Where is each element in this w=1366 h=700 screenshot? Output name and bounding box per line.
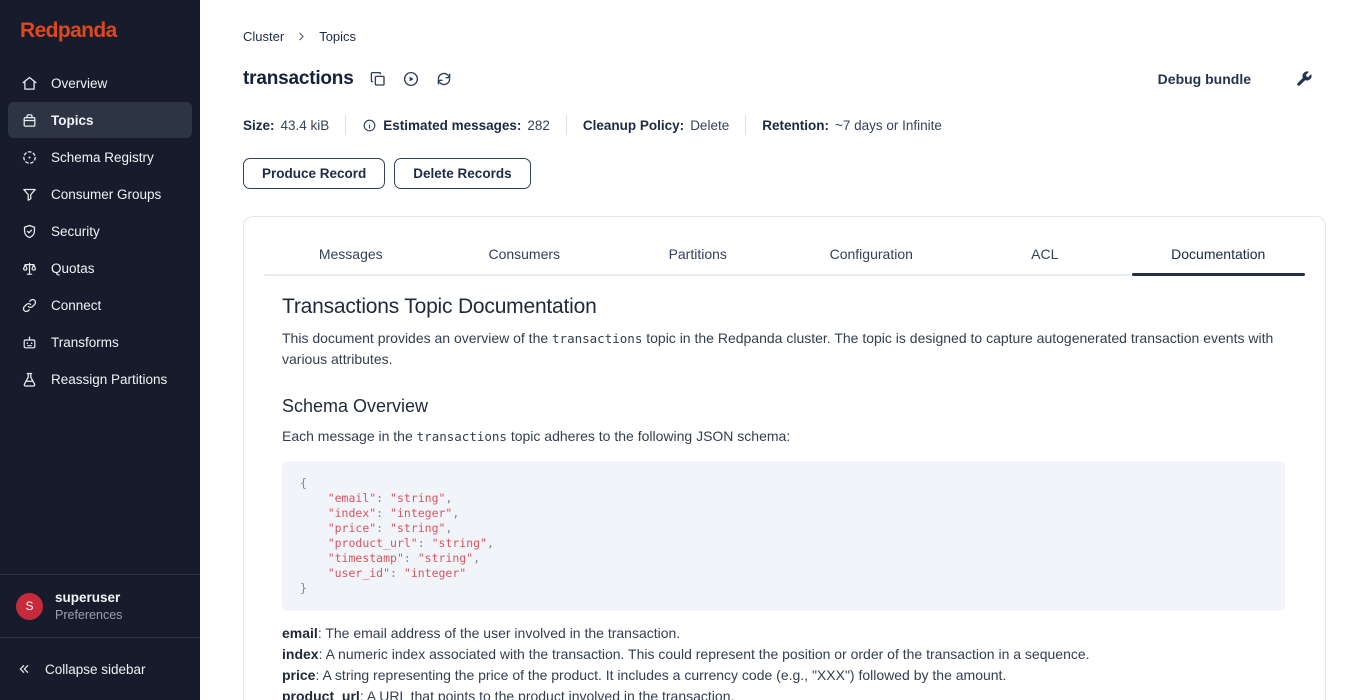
field-description-email: email: The email address of the user inv…	[282, 623, 1285, 644]
redpanda-logo[interactable]: Redpanda	[0, 0, 200, 56]
tab-consumers[interactable]: Consumers	[438, 240, 612, 274]
inline-code: transactions	[552, 331, 642, 346]
stat-size: Size: 43.4 kiB	[243, 118, 329, 133]
copy-icon[interactable]	[369, 70, 387, 88]
schema-intro-line: Each message in the transactions topic a…	[282, 426, 1285, 447]
stat-value: 282	[527, 118, 550, 133]
tab-messages[interactable]: Messages	[264, 240, 438, 274]
topic-actions: Produce Record Delete Records	[243, 158, 1326, 189]
collapse-sidebar-button[interactable]: Collapse sidebar	[0, 638, 200, 700]
sidebar-item-quotas[interactable]: Quotas	[8, 250, 192, 286]
sidebar-item-label: Connect	[51, 298, 101, 313]
robot-icon	[21, 334, 38, 351]
produce-record-button[interactable]: Produce Record	[243, 158, 385, 189]
stats-divider	[745, 115, 746, 135]
chevrons-left-icon	[16, 661, 32, 677]
topic-stats-row: Size: 43.4 kiB Estimated messages: 282 Clean…	[243, 115, 1326, 135]
sidebar-item-reassign-partitions[interactable]: Reassign Partitions	[8, 361, 192, 397]
topics-box-icon	[21, 112, 38, 129]
stats-divider	[345, 115, 346, 135]
stat-value: 43.4 kiB	[281, 118, 330, 133]
documentation-panel: Transactions Topic Documentation This do…	[264, 276, 1305, 700]
doc-title: Transactions Topic Documentation	[282, 295, 1285, 319]
sidebar-item-label: Topics	[51, 113, 94, 128]
stat-estimated-messages: Estimated messages: 282	[362, 118, 550, 133]
sidebar-item-transforms[interactable]: Transforms	[8, 324, 192, 360]
main-content: Cluster Topics transactions Debug bundle…	[200, 0, 1366, 700]
stats-divider	[566, 115, 567, 135]
stat-label: Estimated messages:	[383, 118, 521, 133]
schema-overview-heading: Schema Overview	[282, 396, 1285, 417]
sidebar-item-label: Security	[51, 224, 100, 239]
tab-acl[interactable]: ACL	[958, 240, 1132, 274]
inline-code: transactions	[417, 429, 507, 444]
flask-icon	[21, 371, 38, 388]
sidebar-item-topics[interactable]: Topics	[8, 102, 192, 138]
field-description-product_url: product_url: A URL that points to the pr…	[282, 686, 1285, 700]
sidebar-item-label: Consumer Groups	[51, 187, 161, 202]
schema-registry-icon	[21, 149, 38, 166]
topic-card: MessagesConsumersPartitionsConfiguration…	[243, 216, 1326, 700]
sidebar-nav: Overview Topics Schema Registry Consumer Gr…	[0, 56, 200, 574]
stat-retention: Retention: ~7 days or Infinite	[762, 118, 942, 133]
info-circle-icon	[362, 118, 377, 133]
sidebar-item-label: Reassign Partitions	[51, 372, 167, 387]
play-circle-icon[interactable]	[402, 70, 420, 88]
sidebar-item-label: Transforms	[51, 335, 119, 350]
field-description-index: index: A numeric index associated with t…	[282, 644, 1285, 665]
sidebar: Redpanda Overview Topics Schema Registry Co…	[0, 0, 200, 700]
stat-value: Delete	[690, 118, 729, 133]
tab-documentation[interactable]: Documentation	[1132, 240, 1306, 274]
debug-bundle-link[interactable]: Debug bundle	[1158, 71, 1251, 87]
link-icon	[21, 297, 38, 314]
topic-tabs: MessagesConsumersPartitionsConfiguration…	[264, 240, 1305, 276]
sidebar-item-consumer-groups[interactable]: Consumer Groups	[8, 176, 192, 212]
sidebar-bottom: S superuser Preferences Collapse sidebar	[0, 574, 200, 700]
shield-check-icon	[21, 223, 38, 240]
sidebar-item-label: Overview	[51, 76, 107, 91]
stat-label: Retention:	[762, 118, 829, 133]
stat-value: ~7 days or Infinite	[835, 118, 942, 133]
tab-configuration[interactable]: Configuration	[785, 240, 959, 274]
chevron-right-icon	[295, 30, 308, 43]
debug-bundle: Debug bundle	[1158, 70, 1326, 88]
breadcrumb-cluster[interactable]: Cluster	[243, 29, 284, 44]
field-descriptions: email: The email address of the user inv…	[282, 623, 1285, 700]
wrench-icon[interactable]	[1295, 70, 1313, 88]
collapse-sidebar-label: Collapse sidebar	[45, 662, 146, 677]
refresh-icon[interactable]	[435, 70, 453, 88]
stat-cleanup-policy: Cleanup Policy: Delete	[583, 118, 729, 133]
sidebar-item-schema-registry[interactable]: Schema Registry	[8, 139, 192, 175]
avatar: S	[16, 593, 43, 620]
sidebar-item-overview[interactable]: Overview	[8, 65, 192, 101]
sidebar-item-label: Quotas	[51, 261, 95, 276]
doc-intro: This document provides an overview of th…	[282, 328, 1285, 370]
page-title: transactions	[243, 68, 354, 90]
tab-partitions[interactable]: Partitions	[611, 240, 785, 274]
stat-label: Size:	[243, 118, 275, 133]
sidebar-item-connect[interactable]: Connect	[8, 287, 192, 323]
funnel-icon	[21, 186, 38, 203]
topic-title-row: transactions Debug bundle	[243, 68, 1326, 90]
breadcrumb-topics[interactable]: Topics	[319, 29, 356, 44]
home-icon	[21, 75, 38, 92]
breadcrumb: Cluster Topics	[243, 29, 1326, 44]
delete-records-button[interactable]: Delete Records	[394, 158, 530, 189]
sidebar-item-security[interactable]: Security	[8, 213, 192, 249]
user-profile[interactable]: S superuser Preferences	[0, 575, 200, 638]
scale-icon	[21, 260, 38, 277]
schema-code-block: { "email": "string", "index": "integer",…	[282, 461, 1285, 611]
stat-label: Cleanup Policy:	[583, 118, 684, 133]
user-name: superuser	[55, 590, 122, 605]
user-preferences-link[interactable]: Preferences	[55, 608, 122, 622]
sidebar-item-label: Schema Registry	[51, 150, 154, 165]
field-description-price: price: A string representing the price o…	[282, 665, 1285, 686]
